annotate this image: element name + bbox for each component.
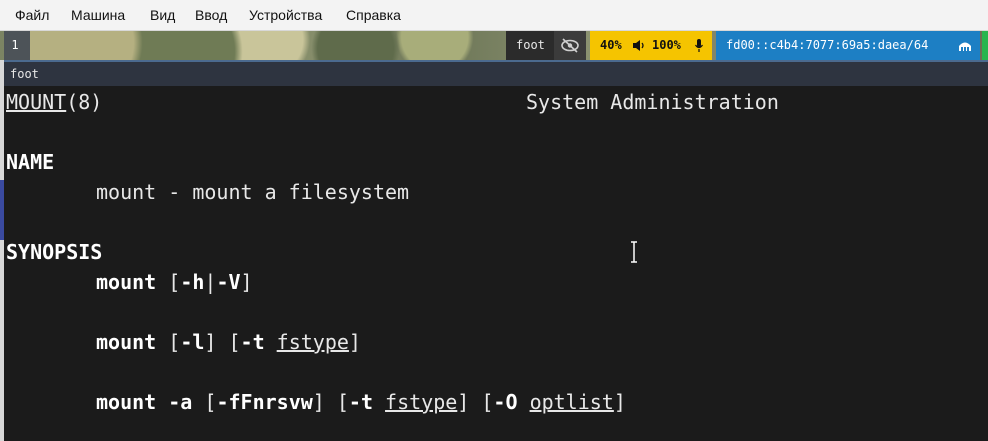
syn2-opt1: -l bbox=[180, 330, 205, 354]
text-cursor-icon bbox=[631, 241, 637, 263]
workspace-number: 1 bbox=[11, 38, 19, 52]
window-titlebar[interactable]: foot bbox=[4, 60, 988, 86]
syn3-p3: ] [ bbox=[457, 390, 494, 414]
idle-inhibitor-block[interactable] bbox=[554, 31, 586, 60]
syn2-cmd: mount bbox=[96, 330, 157, 354]
network-address: fd00::c4b4:7077:69a5:daea/64 bbox=[726, 38, 929, 52]
menu-view[interactable]: Вид bbox=[150, 7, 175, 23]
microphone-icon bbox=[695, 39, 703, 52]
syn2-opt2: -t bbox=[240, 330, 265, 354]
synopsis-line-1: mount [-h|-V] bbox=[96, 270, 253, 294]
volume-value: 40% bbox=[600, 38, 622, 52]
syn1-cmd: mount bbox=[96, 270, 157, 294]
man-header: MOUNT(8) bbox=[6, 90, 102, 114]
mic-value: 100% bbox=[652, 38, 681, 52]
man-page-name: MOUNT bbox=[6, 90, 67, 114]
menu-devices[interactable]: Устройства bbox=[249, 7, 322, 23]
status-tail-block bbox=[982, 31, 988, 60]
menubar: Файл Машина Вид Ввод Устройства Справка bbox=[0, 0, 988, 31]
terminal-content[interactable]: MOUNT(8) System Administration NAME moun… bbox=[4, 86, 988, 441]
network-icon bbox=[959, 42, 971, 51]
menu-input[interactable]: Ввод bbox=[195, 7, 227, 23]
syn1-p2: | bbox=[204, 270, 217, 294]
status-bar: 1 foot 40% 100% fd00::c4b4:7077:69a5:dae… bbox=[0, 31, 988, 60]
syn1-opt2: -V bbox=[216, 270, 241, 294]
syn2-p1: [ bbox=[156, 330, 181, 354]
syn2-arg: fstype bbox=[276, 330, 349, 354]
syn3-p1: [ bbox=[192, 390, 217, 414]
menu-machine[interactable]: Машина bbox=[71, 7, 125, 23]
syn3-cmd: mount bbox=[96, 390, 157, 414]
workspace-button[interactable]: 1 bbox=[4, 31, 30, 60]
syn1-p1: [ bbox=[156, 270, 181, 294]
audio-block[interactable]: 40% 100% bbox=[590, 31, 712, 60]
syn1-opt1: -h bbox=[180, 270, 205, 294]
syn3-sp bbox=[373, 390, 385, 414]
speaker-icon bbox=[633, 40, 644, 51]
syn2-p3: ] bbox=[348, 330, 361, 354]
window-title: foot bbox=[10, 67, 39, 81]
man-header-center: System Administration bbox=[526, 90, 779, 114]
syn3-arg1: fstype bbox=[385, 390, 458, 414]
terminal-window[interactable]: foot MOUNT(8) System Administration NAME… bbox=[4, 60, 988, 441]
synopsis-line-2: mount [-l] [-t fstype] bbox=[96, 330, 361, 354]
syn3-p4: ] bbox=[613, 390, 626, 414]
name-heading: NAME bbox=[6, 150, 55, 174]
syn1-p3: ] bbox=[240, 270, 253, 294]
menu-file[interactable]: Файл bbox=[15, 7, 49, 23]
menu-help[interactable]: Справка bbox=[346, 7, 401, 23]
syn2-sp bbox=[265, 330, 277, 354]
syn2-p2: ] [ bbox=[204, 330, 241, 354]
syn3-p2: ] [ bbox=[312, 390, 349, 414]
syn3-opt1: -fFnrsvw bbox=[216, 390, 313, 414]
synopsis-heading: SYNOPSIS bbox=[6, 240, 103, 264]
syn3-sp0 bbox=[156, 390, 168, 414]
syn3-opt0: -a bbox=[168, 390, 193, 414]
eye-slash-icon bbox=[561, 38, 579, 53]
name-description: mount - mount a filesystem bbox=[96, 180, 410, 204]
syn3-sp2 bbox=[518, 390, 530, 414]
syn3-opt3: -O bbox=[493, 390, 518, 414]
syn3-arg2: optlist bbox=[529, 390, 614, 414]
network-block[interactable]: fd00::c4b4:7077:69a5:daea/64 bbox=[716, 31, 980, 60]
focused-app-block: foot bbox=[506, 31, 554, 60]
man-section: (8) bbox=[66, 90, 103, 114]
synopsis-line-3: mount -a [-fFnrsvw] [-t fstype] [-O optl… bbox=[96, 390, 626, 414]
syn3-opt2: -t bbox=[348, 390, 373, 414]
focused-app-label: foot bbox=[516, 38, 545, 52]
